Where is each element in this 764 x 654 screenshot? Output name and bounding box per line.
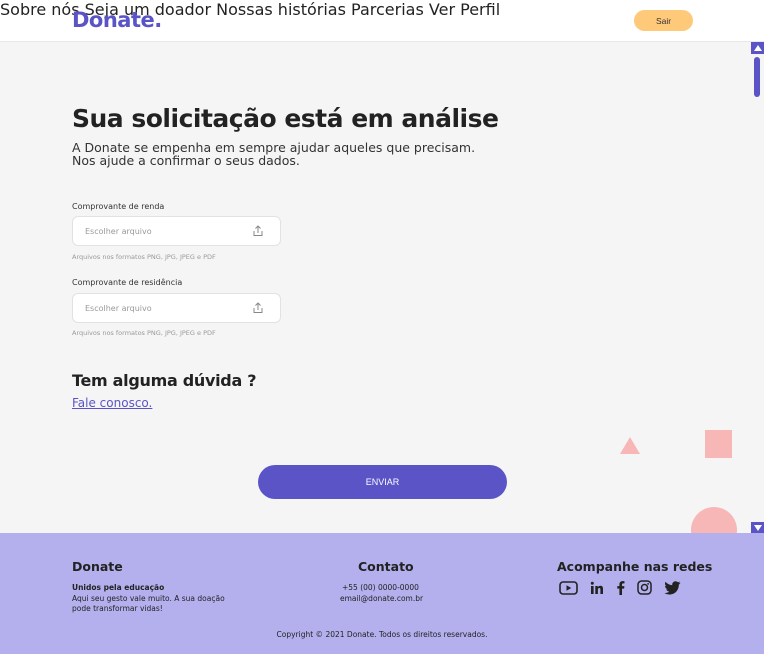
- decor-triangle: [620, 437, 640, 454]
- nav-nossas-historias[interactable]: Nossas histórias: [216, 0, 346, 19]
- page-subtitle: A Donate se empenha em sempre ajudar aqu…: [72, 141, 492, 167]
- scrollbar[interactable]: [751, 42, 764, 534]
- nav-parcerias[interactable]: Parcerias: [351, 0, 424, 19]
- scroll-thumb[interactable]: [754, 57, 760, 97]
- linkedin-icon[interactable]: [590, 581, 604, 595]
- footer-brand-title: Donate: [72, 559, 123, 574]
- page-title: Sua solicitação está em análise: [72, 104, 499, 133]
- upload-icon[interactable]: [252, 302, 264, 314]
- nav-sobre-nos[interactable]: Sobre nós: [0, 0, 80, 19]
- residence-proof-hint: Arquivos nos formatos PNG, JPG, JPEG e P…: [72, 329, 216, 337]
- twitter-icon[interactable]: [664, 580, 681, 595]
- youtube-icon[interactable]: [559, 580, 578, 595]
- footer: Donate Unidos pela educação Aqui seu ges…: [0, 533, 764, 654]
- residence-proof-placeholder: Escolher arquivo: [85, 304, 152, 313]
- footer-email[interactable]: email@donate.com.br: [340, 594, 423, 605]
- footer-social-title: Acompanhe nas redes: [557, 559, 713, 574]
- residence-proof-file-input[interactable]: Escolher arquivo: [72, 293, 281, 323]
- residence-proof-label: Comprovante de residência: [72, 278, 183, 287]
- submit-button[interactable]: ENVIAR: [258, 465, 507, 499]
- income-proof-placeholder: Escolher arquivo: [85, 227, 152, 236]
- income-proof-label: Comprovante de renda: [72, 202, 165, 211]
- social-links: [559, 580, 681, 595]
- footer-tagline: Unidos pela educação: [72, 583, 165, 592]
- logout-button[interactable]: Sair: [634, 10, 693, 31]
- decor-square: [705, 430, 732, 458]
- footer-phone: +55 (00) 0000-0000: [342, 583, 419, 592]
- footer-description-line-1: Aqui seu gesto vale muito. A sua doação: [72, 594, 225, 603]
- income-proof-hint: Arquivos nos formatos PNG, JPG, JPEG e P…: [72, 253, 216, 261]
- upload-icon[interactable]: [252, 225, 264, 237]
- donate-logo[interactable]: Donate.: [72, 8, 162, 32]
- footer-description-line-2: pode transformar vidas!: [72, 604, 163, 613]
- footer-contact-title: Contato: [358, 559, 414, 574]
- nav-ver-perfil[interactable]: Ver Perfil: [429, 0, 500, 19]
- copyright-text: Copyright © 2021 Donate. Todos os direit…: [276, 630, 488, 639]
- instagram-icon[interactable]: [637, 580, 652, 595]
- facebook-icon[interactable]: [616, 580, 625, 595]
- contact-us-link[interactable]: Fale conosco.: [72, 396, 152, 410]
- faq-heading: Tem alguma dúvida ?: [72, 371, 257, 390]
- top-navbar: Donate. Sobre nós Seja um doador Nossas …: [0, 0, 764, 42]
- subtitle-line-2: Nos ajude a confirmar o seus dados.: [72, 153, 300, 168]
- scroll-up-arrow-icon[interactable]: [751, 42, 764, 54]
- income-proof-file-input[interactable]: Escolher arquivo: [72, 216, 281, 246]
